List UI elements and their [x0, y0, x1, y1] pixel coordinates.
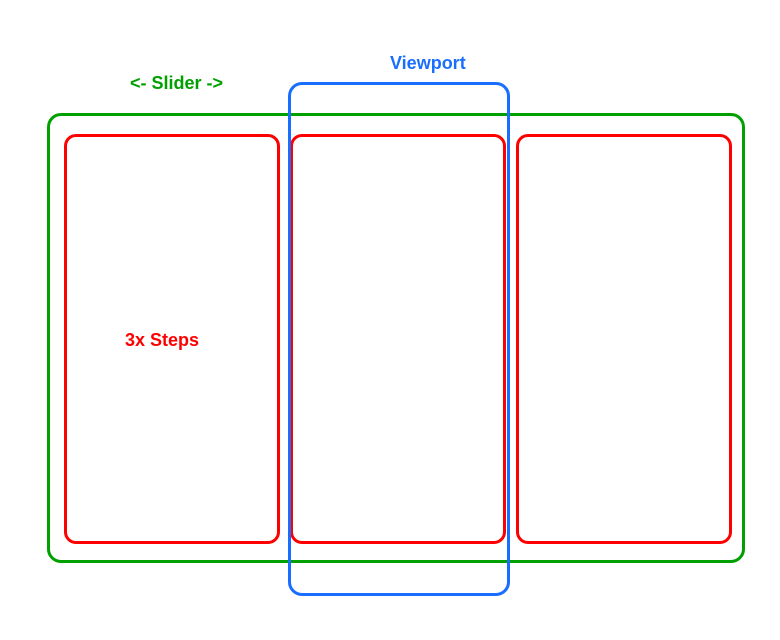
viewport-box	[288, 82, 510, 596]
step-panel-1	[64, 134, 280, 544]
slider-label: <- Slider ->	[130, 73, 223, 94]
step-panel-3	[516, 134, 732, 544]
viewport-label: Viewport	[390, 53, 466, 74]
